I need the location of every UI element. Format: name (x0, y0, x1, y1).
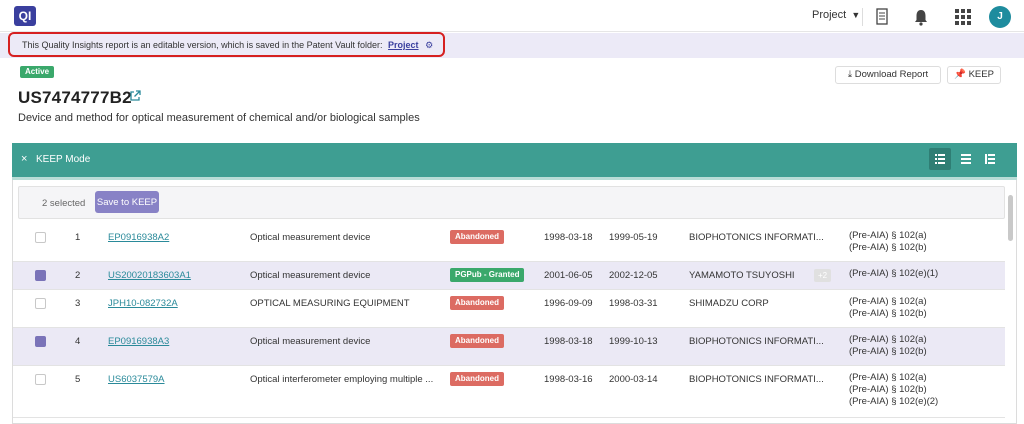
bell-icon[interactable] (911, 7, 931, 27)
status-badge: Abandoned (450, 296, 504, 310)
patent-number-link[interactable]: US20020183603A1 (108, 270, 191, 281)
detail-view-button[interactable] (979, 148, 1001, 170)
keep-mode-title: KEEP Mode (36, 154, 91, 165)
row-checkbox[interactable] (35, 270, 46, 281)
pin-icon: 📌 (954, 69, 966, 80)
patent-number-link[interactable]: JPH10-082732A (108, 298, 178, 309)
row-index: 5 (75, 374, 81, 385)
citation-ground: (Pre-AIA) § 102(b) (849, 384, 927, 395)
chevron-down-icon: ▼ (851, 10, 861, 20)
assignee: BIOPHOTONICS INFORMATI... (689, 232, 824, 243)
download-report-button[interactable]: ⤓ Download Report (835, 66, 941, 84)
patent-number-link[interactable]: EP0916938A3 (108, 336, 169, 347)
status-badge: Active (20, 66, 55, 78)
row-checkbox[interactable] (35, 232, 46, 243)
publication-date: 2002-12-05 (609, 270, 658, 281)
user-avatar[interactable]: J (989, 6, 1011, 28)
row-index: 2 (75, 270, 81, 281)
row-checkbox[interactable] (35, 298, 46, 309)
patent-number-link[interactable]: US6037579A (108, 374, 165, 385)
row-title: Optical measurement device (250, 270, 371, 281)
priority-date: 1996-09-09 (544, 298, 593, 309)
app-logo[interactable]: QI (14, 6, 36, 26)
row-index: 1 (75, 232, 81, 243)
row-title: Optical measurement device (250, 336, 371, 347)
publication-date: 1999-05-19 (609, 232, 658, 243)
compact-view-icon (961, 154, 971, 164)
gear-icon[interactable]: ⚙ (425, 40, 433, 50)
assignee: BIOPHOTONICS INFORMATI... (689, 374, 824, 385)
close-icon[interactable]: × (21, 153, 27, 165)
patent-number-link[interactable]: EP0916938A2 (108, 232, 169, 243)
assignee: SHIMADZU CORP (689, 298, 769, 309)
priority-date: 1998-03-18 (544, 336, 593, 347)
document-icon[interactable] (872, 7, 892, 27)
download-report-label: Download Report (854, 69, 929, 80)
citation-ground: (Pre-AIA) § 102(b) (849, 308, 927, 319)
banner-message: This Quality Insights report is an edita… (22, 40, 433, 51)
assignee: BIOPHOTONICS INFORMATI... (689, 336, 824, 347)
banner-text: This Quality Insights report is an edita… (22, 40, 383, 50)
keep-mode-bar (12, 143, 1017, 177)
project-folder-link[interactable]: Project (388, 40, 419, 50)
citation-ground: (Pre-AIA) § 102(b) (849, 346, 927, 357)
detail-view-icon (985, 154, 995, 164)
row-index: 4 (75, 336, 81, 347)
status-badge: Abandoned (450, 230, 504, 244)
list-view-button[interactable] (929, 148, 951, 170)
citation-ground: (Pre-AIA) § 102(a) (849, 296, 927, 307)
more-assignees-badge[interactable]: +2 (814, 269, 832, 282)
publication-date: 2000-03-14 (609, 374, 658, 385)
priority-date: 1998-03-16 (544, 374, 593, 385)
status-badge: Abandoned (450, 334, 504, 348)
app-grid-icon[interactable] (953, 7, 973, 27)
row-title: OPTICAL MEASURING EQUIPMENT (250, 298, 410, 309)
selection-toolbar (18, 186, 1005, 219)
top-bar: QI Project ▼ J (0, 0, 1024, 32)
row-index: 3 (75, 298, 81, 309)
priority-date: 2001-06-05 (544, 270, 593, 281)
scrollbar-thumb[interactable] (1008, 195, 1013, 241)
save-to-keep-button[interactable]: Save to KEEP (95, 191, 159, 213)
publication-date: 1999-10-13 (609, 336, 658, 347)
citation-ground: (Pre-AIA) § 102(b) (849, 242, 927, 253)
citation-ground: (Pre-AIA) § 102(a) (849, 372, 927, 383)
status-badge: Abandoned (450, 372, 504, 386)
keep-button-label: KEEP (968, 69, 994, 80)
selected-count: 2 selected (42, 198, 86, 209)
patent-description: Device and method for optical measuremen… (18, 112, 420, 124)
keep-button[interactable]: 📌 KEEP (947, 66, 1001, 84)
keep-bar-strip (12, 177, 1017, 180)
publication-date: 1998-03-31 (609, 298, 658, 309)
priority-date: 1998-03-18 (544, 232, 593, 243)
row-title: Optical measurement device (250, 232, 371, 243)
page-title: US7474777B2 (18, 88, 132, 107)
row-title: Optical interferometer employing multipl… (250, 374, 434, 385)
assignee: YAMAMOTO TSUYOSHI (689, 270, 795, 281)
status-badge: PGPub - Granted (450, 268, 525, 282)
list-view-icon (935, 154, 945, 164)
download-icon: ⤓ (847, 69, 853, 80)
row-checkbox[interactable] (35, 336, 46, 347)
compact-view-button[interactable] (955, 148, 977, 170)
project-dropdown-label: Project (812, 9, 847, 21)
citation-ground: (Pre-AIA) § 102(a) (849, 230, 927, 241)
external-link-icon[interactable] (129, 90, 141, 102)
project-dropdown[interactable]: Project ▼ (812, 9, 860, 21)
citation-ground: (Pre-AIA) § 102(a) (849, 334, 927, 345)
citation-ground: (Pre-AIA) § 102(e)(2) (849, 396, 939, 407)
divider (862, 8, 863, 26)
citation-ground: (Pre-AIA) § 102(e)(1) (849, 268, 939, 279)
row-checkbox[interactable] (35, 374, 46, 385)
